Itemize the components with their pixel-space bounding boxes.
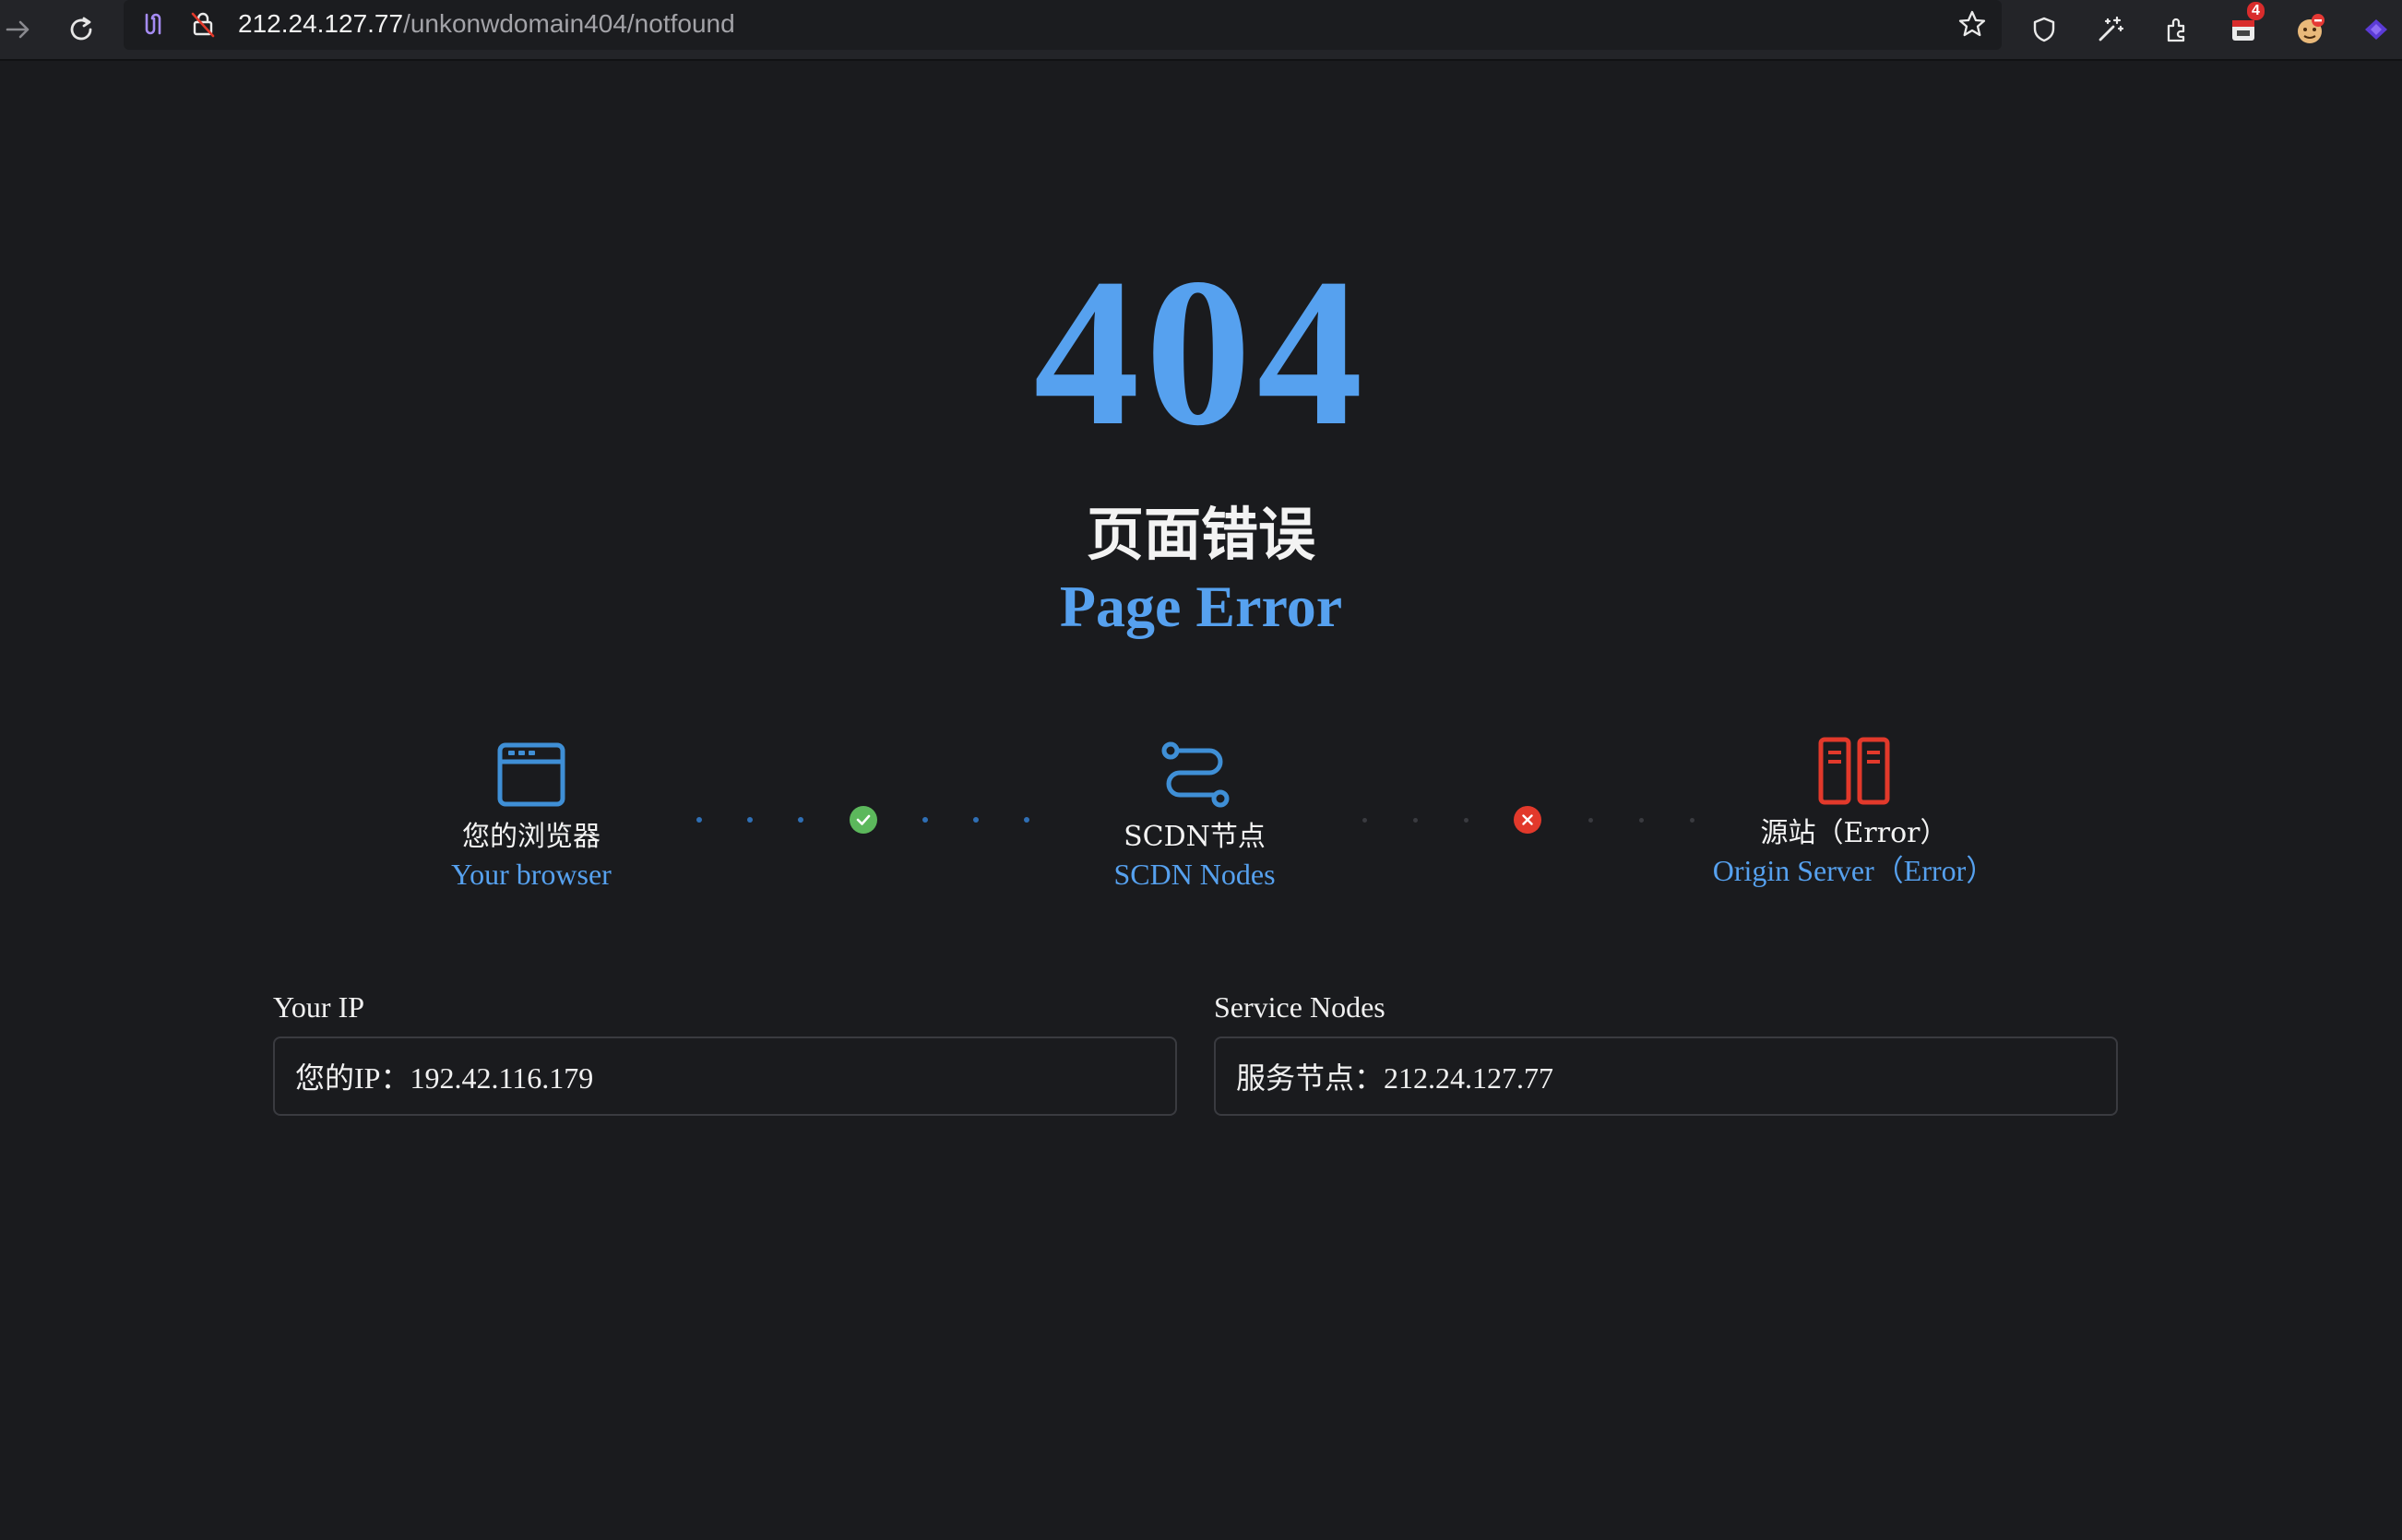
origin-label-cn: 源站（Error）	[1760, 817, 1948, 849]
browser-label-en: Your browser	[451, 858, 612, 891]
nodes-label: Service Nodes	[1214, 990, 1385, 1024]
path-node-scdn: SCDN节点 SCDN Nodes	[1070, 738, 1319, 893]
reload-icon[interactable]	[63, 11, 100, 48]
link2-error-x-icon	[1514, 806, 1541, 834]
error-code: 404	[1033, 234, 1369, 469]
link2-dot	[1464, 818, 1469, 823]
link1-dot	[747, 817, 753, 823]
scdn-label-cn: SCDN节点	[1124, 821, 1266, 853]
link1-dot	[798, 817, 803, 823]
link1-dot	[1024, 817, 1029, 823]
url-path: /unkonwdomain404/notfound	[403, 9, 735, 38]
url-host: 212.24.127.77	[238, 9, 404, 38]
page-title-en: Page Error	[1059, 574, 1343, 639]
url-text[interactable]: 212.24.127.77/unkonwdomain404/notfound	[238, 7, 735, 41]
extensions-puzzle-icon[interactable]	[2158, 11, 2195, 48]
link2-dot	[1413, 818, 1418, 823]
scdn-label-en: SCDN Nodes	[1113, 858, 1276, 891]
extension-badge: 4	[2247, 2, 2265, 20]
origin-label-en: Origin Server（Error）	[1712, 854, 1996, 887]
path-node-origin: 源站（Error） Origin Server（Error）	[1679, 734, 2029, 889]
browser-toolbar: 212.24.127.77/unkonwdomain404/notfound 4	[0, 0, 2402, 61]
magic-wand-icon[interactable]	[2092, 11, 2129, 48]
link1-dot	[973, 817, 979, 823]
shield-icon[interactable]	[2026, 11, 2063, 48]
ip-value: 您的IP：192.42.116.179	[295, 1061, 594, 1095]
browser-window-icon	[497, 742, 565, 807]
ip-field[interactable]: 您的IP：192.42.116.179	[273, 1037, 1177, 1116]
address-bar[interactable]: 212.24.127.77/unkonwdomain404/notfound	[124, 0, 2002, 50]
server-icon	[1818, 737, 1890, 805]
ip-label: Your IP	[273, 990, 365, 1024]
path-node-browser: 您的浏览器 Your browser	[411, 738, 651, 893]
link2-dot	[1690, 818, 1694, 823]
purple-extension-icon[interactable]	[2358, 11, 2395, 48]
link2-dot	[1639, 818, 1644, 823]
forward-icon[interactable]	[0, 11, 37, 48]
site-permissions-icon[interactable]	[135, 6, 172, 42]
link1-dot	[922, 817, 928, 823]
insecure-lock-icon[interactable]	[184, 6, 221, 42]
link2-dot	[1588, 818, 1593, 823]
nodes-value: 服务节点：212.24.127.77	[1236, 1061, 1554, 1095]
route-icon	[1161, 741, 1230, 808]
link1-ok-check-icon	[850, 806, 877, 834]
link1-dot	[696, 817, 702, 823]
avatar-extension-icon[interactable]	[2291, 11, 2328, 48]
link2-dot	[1362, 818, 1367, 823]
nodes-field[interactable]: 服务节点：212.24.127.77	[1214, 1037, 2118, 1116]
page-title-cn: 页面错误	[1086, 501, 1315, 568]
browser-label-cn: 您的浏览器	[462, 821, 600, 853]
bookmark-star-icon[interactable]	[1954, 6, 1991, 42]
